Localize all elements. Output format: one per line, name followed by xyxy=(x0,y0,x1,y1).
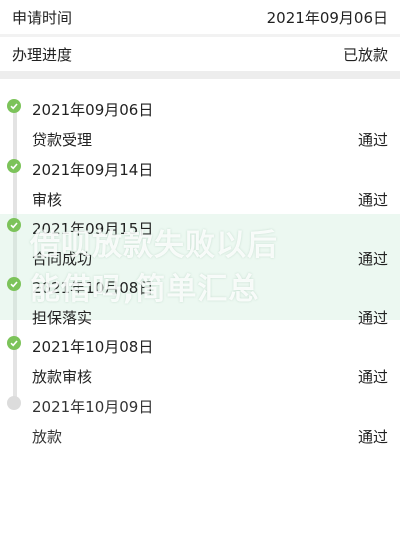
step-date: 2021年09月06日 xyxy=(32,101,154,119)
check-icon xyxy=(7,99,21,113)
pending-dot-icon xyxy=(7,396,21,410)
timeline-step-disbursement-review: 2021年10月08日 放款审核 通过 xyxy=(0,322,400,386)
timeline-step-review: 2021年09月14日 审核 通过 xyxy=(0,145,400,209)
progress-label: 办理进度 xyxy=(12,45,73,64)
check-icon xyxy=(7,277,21,291)
apply-time-label: 申请时间 xyxy=(12,8,73,27)
apply-time-value: 2021年09月06日 xyxy=(266,8,388,27)
progress-row: 办理进度 已放款 xyxy=(0,37,400,71)
watermark-line-1: 借呗放款失败以后 xyxy=(30,228,278,263)
timeline-step-disbursed: 2021年10月09日 放款 通过 xyxy=(0,382,400,446)
step-status: 通过 xyxy=(357,428,388,446)
step-date: 2021年09月14日 xyxy=(32,161,154,179)
check-icon xyxy=(7,218,21,232)
apply-time-row: 申请时间 2021年09月06日 xyxy=(0,0,400,34)
check-icon xyxy=(7,159,21,173)
step-date: 2021年10月09日 xyxy=(32,398,154,416)
check-icon xyxy=(7,336,21,350)
timeline-step-loan-accepted: 2021年09月06日 贷款受理 通过 xyxy=(0,85,400,149)
watermark-line-2: 能借吗,简单汇总 xyxy=(30,272,260,307)
watermark-text: 借呗放款失败以后 能借吗,简单汇总 xyxy=(30,224,370,312)
step-name: 放款 xyxy=(32,428,63,446)
step-date: 2021年10月08日 xyxy=(32,338,154,356)
progress-value: 已放款 xyxy=(342,45,388,64)
section-divider xyxy=(0,71,400,79)
